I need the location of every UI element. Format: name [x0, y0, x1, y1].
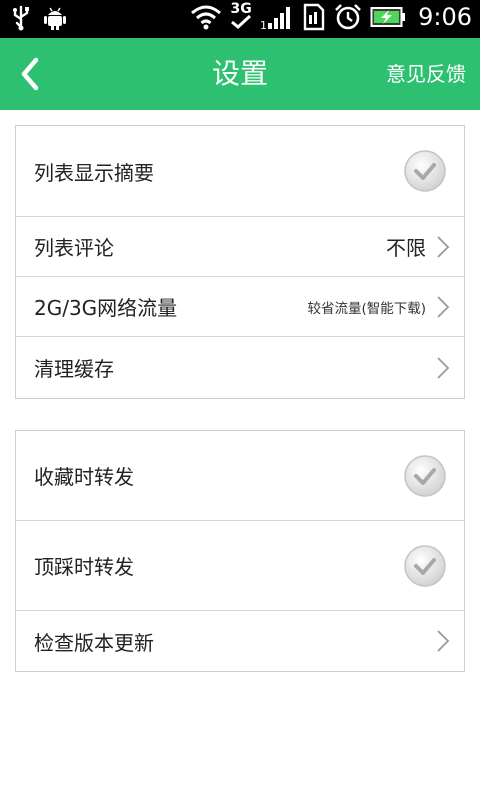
alarm-icon [335, 4, 362, 30]
signal-icon: 1 [260, 7, 291, 30]
app-header: 设置 意见反馈 [0, 38, 480, 110]
settings-group-display: 列表显示摘要 列表评论 不限 2G/3G网络流量 较省流量(智能下载) 清理缓存 [15, 125, 465, 399]
status-bar: 3G 1 9:06 [0, 0, 480, 38]
setting-row-clear-cache[interactable]: 清理缓存 [16, 337, 464, 398]
wifi-icon [191, 5, 222, 30]
setting-label: 列表显示摘要 [34, 160, 154, 185]
setting-label: 检查版本更新 [34, 630, 154, 655]
setting-row-forward-on-vote[interactable]: 顶踩时转发 [16, 521, 464, 611]
network-type-label: 3G [230, 1, 252, 17]
setting-label: 顶踩时转发 [34, 555, 134, 579]
chevron-right-icon [437, 295, 450, 318]
usb-icon [13, 5, 29, 31]
checkmark-toggle-icon[interactable] [403, 454, 447, 498]
3g-icon: 3G [230, 1, 252, 31]
sim-icon [303, 3, 325, 31]
checkmark-toggle-icon[interactable] [403, 544, 447, 588]
setting-value: 较省流量(智能下载) [307, 300, 426, 317]
chevron-left-icon [21, 57, 39, 91]
feedback-button[interactable]: 意见反馈 [386, 38, 466, 110]
back-button[interactable] [6, 48, 54, 100]
settings-group-sharing: 收藏时转发 顶踩时转发 检查版本更新 [15, 430, 465, 672]
clock: 9:06 [418, 3, 472, 31]
battery-charging-icon [370, 7, 406, 27]
setting-label: 清理缓存 [34, 357, 114, 381]
setting-row-forward-on-favorite[interactable]: 收藏时转发 [16, 431, 464, 521]
setting-row-list-summary[interactable]: 列表显示摘要 [16, 126, 464, 217]
setting-row-check-update[interactable]: 检查版本更新 [16, 611, 464, 671]
setting-label: 2G/3G网络流量 [34, 296, 178, 320]
chevron-right-icon [437, 630, 450, 652]
checkmark-toggle-icon[interactable] [403, 149, 447, 193]
android-debug-icon [44, 7, 66, 30]
setting-label: 收藏时转发 [34, 465, 134, 489]
svg-text:1: 1 [260, 19, 267, 30]
setting-label: 列表评论 [34, 236, 114, 260]
setting-value: 不限 [386, 236, 426, 260]
setting-row-list-comments[interactable]: 列表评论 不限 [16, 217, 464, 277]
setting-row-network-traffic[interactable]: 2G/3G网络流量 较省流量(智能下载) [16, 277, 464, 337]
chevron-right-icon [437, 356, 450, 379]
chevron-right-icon [437, 235, 450, 258]
